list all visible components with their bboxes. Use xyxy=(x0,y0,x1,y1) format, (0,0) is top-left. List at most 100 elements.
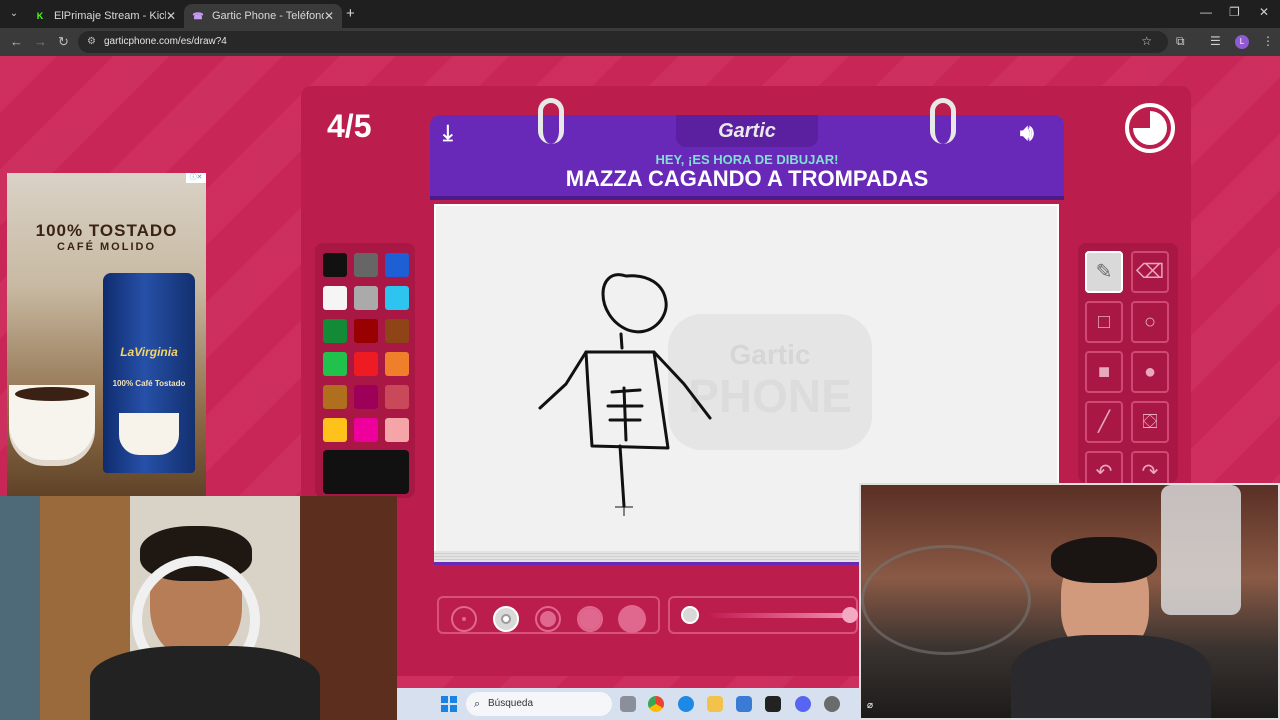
gaming-chair xyxy=(1161,485,1241,615)
person-right-hair xyxy=(1051,537,1157,583)
forward-icon[interactable]: → xyxy=(34,34,47,49)
brush-size-dot xyxy=(540,611,556,627)
eraser-icon[interactable]: ⌫ xyxy=(1131,251,1169,293)
brush-size-option[interactable] xyxy=(451,606,477,632)
notebook-ring-left xyxy=(538,98,564,144)
tool-panel: ✎ ⌫ □ ○ ■ ● ╱ ⛋ ↶ ↷ xyxy=(1078,243,1178,483)
color-swatch[interactable] xyxy=(323,286,347,310)
watermark-text-bottom: PHONE xyxy=(688,370,852,422)
ad-product-line: 100% Café Tostado xyxy=(112,379,186,388)
opacity-slider-handle[interactable] xyxy=(842,607,858,623)
color-swatch[interactable] xyxy=(385,418,409,442)
capcut-icon[interactable] xyxy=(765,696,781,712)
color-swatch[interactable] xyxy=(385,319,409,343)
back-icon[interactable]: ← xyxy=(10,34,23,49)
stroke-leg xyxy=(618,444,626,508)
site-info-icon[interactable]: ⚙ xyxy=(87,31,96,53)
store-icon[interactable] xyxy=(736,696,752,712)
cursor-crosshair-icon xyxy=(615,498,633,516)
tab-gartic-phone[interactable]: ☎ Gartic Phone - Teléfono Descon ✕ xyxy=(184,4,342,28)
ad-subheadline: CAFÉ MOLIDO xyxy=(57,241,156,253)
brush-size-dot xyxy=(501,614,511,624)
browser-tab-bar: ⌄ K ElPrimaje Stream - Kick Dashbo ✕ ☎ G… xyxy=(0,0,1280,28)
line-icon[interactable]: ╱ xyxy=(1085,401,1123,443)
url-text: garticphone.com/es/draw?4 xyxy=(104,36,227,47)
brush-size-dot xyxy=(618,605,646,633)
close-tab-icon[interactable]: ✕ xyxy=(166,4,176,28)
person-left-jacket xyxy=(90,646,320,720)
color-swatch[interactable] xyxy=(354,319,378,343)
address-bar-row: ← → ↻ ⚙ garticphone.com/es/draw?4 ☆ ⧉ ☰ … xyxy=(0,28,1280,56)
extensions-icon[interactable]: ⧉ xyxy=(1176,34,1185,49)
color-swatch[interactable] xyxy=(354,253,378,277)
reload-icon[interactable]: ↻ xyxy=(58,34,69,50)
restore-icon[interactable]: ❐ xyxy=(1229,5,1240,19)
color-swatch[interactable] xyxy=(354,385,378,409)
windows-start-icon[interactable] xyxy=(441,696,457,712)
close-window-icon[interactable]: ✕ xyxy=(1259,5,1269,19)
rectangle-fill-icon[interactable]: ■ xyxy=(1085,351,1123,393)
new-tab-icon[interactable]: + xyxy=(346,5,355,22)
gartic-logo: Gartic xyxy=(676,115,818,147)
taskbar-search[interactable]: ⌕ Búsqueda xyxy=(466,692,612,716)
undo-icon[interactable]: ↶ xyxy=(1085,451,1123,483)
color-swatch[interactable] xyxy=(323,385,347,409)
pencil-icon[interactable]: ✎ xyxy=(1085,251,1123,293)
coffee-advertisement[interactable]: ⓘ✕ 100% TOSTADO CAFÉ MOLIDO LaVirginia 1… xyxy=(7,173,206,498)
streamer-webcam-left xyxy=(0,496,397,720)
color-swatch[interactable] xyxy=(385,253,409,277)
color-swatch[interactable] xyxy=(323,319,347,343)
color-swatch[interactable] xyxy=(354,352,378,376)
chrome-icon[interactable] xyxy=(648,696,664,712)
ad-headline: 100% TOSTADO xyxy=(35,221,178,240)
bucket-icon[interactable]: ⛋ xyxy=(1131,401,1169,443)
menu-kebab-icon[interactable]: ⋮ xyxy=(1262,34,1274,48)
draw-instruction: HEY, ¡ES HORA DE DIBUJAR! xyxy=(655,152,839,167)
brush-size-option[interactable] xyxy=(577,606,603,632)
color-swatch[interactable] xyxy=(323,418,347,442)
stroke-left-arm xyxy=(538,350,588,410)
tab-kick-dashboard[interactable]: K ElPrimaje Stream - Kick Dashbo ✕ xyxy=(26,4,184,28)
ad-choices-icon[interactable]: ⓘ✕ xyxy=(186,173,206,183)
timer-icon xyxy=(1125,103,1175,153)
close-tab-icon[interactable]: ✕ xyxy=(324,4,334,28)
redo-icon[interactable]: ↷ xyxy=(1131,451,1169,483)
color-swatch[interactable] xyxy=(323,253,347,277)
rectangle-outline-icon[interactable]: □ xyxy=(1085,301,1123,343)
sound-icon[interactable]: 🔊︎ xyxy=(1020,120,1034,146)
obs-icon[interactable] xyxy=(824,696,840,712)
url-input[interactable]: ⚙ garticphone.com/es/draw?4 xyxy=(78,31,1168,53)
color-swatch[interactable] xyxy=(385,352,409,376)
profile-avatar[interactable]: L xyxy=(1235,35,1249,49)
tab-label: Gartic Phone - Teléfono Descon xyxy=(212,10,324,22)
discord-icon[interactable] xyxy=(795,696,811,712)
bookmark-star-icon[interactable]: ☆ xyxy=(1141,34,1152,48)
draw-prompt: MAZZA CAGANDO A TROMPADAS xyxy=(565,166,929,191)
minimize-icon[interactable]: — xyxy=(1200,5,1212,19)
stroke-spine xyxy=(622,386,628,442)
brush-size-dot xyxy=(462,617,466,621)
tab-label: ElPrimaje Stream - Kick Dashbo xyxy=(54,10,166,22)
circle-outline-icon[interactable]: ○ xyxy=(1131,301,1169,343)
watermark-text-top: Gartic xyxy=(730,339,811,370)
brush-size-option[interactable] xyxy=(618,605,646,633)
color-swatch[interactable] xyxy=(354,286,378,310)
brush-size-option[interactable] xyxy=(535,606,561,632)
color-swatch[interactable] xyxy=(323,352,347,376)
opacity-slider[interactable] xyxy=(710,613,850,618)
person-right-hoodie xyxy=(1011,635,1211,718)
file-explorer-icon[interactable] xyxy=(707,696,723,712)
reading-list-icon[interactable]: ☰ xyxy=(1210,34,1221,48)
color-swatch[interactable] xyxy=(385,286,409,310)
download-icon[interactable]: ⤓ xyxy=(443,120,453,146)
tab-search-icon[interactable]: ⌄ xyxy=(6,6,22,22)
edge-icon[interactable] xyxy=(678,696,694,712)
circle-fill-icon[interactable]: ● xyxy=(1131,351,1169,393)
task-view-icon[interactable] xyxy=(620,696,636,712)
brush-size-option[interactable] xyxy=(493,606,519,632)
bag-cup-image xyxy=(119,413,179,455)
bicycle-wheel xyxy=(861,545,1031,655)
color-swatch[interactable] xyxy=(354,418,378,442)
color-swatch[interactable] xyxy=(385,385,409,409)
opacity-icon xyxy=(681,606,699,624)
